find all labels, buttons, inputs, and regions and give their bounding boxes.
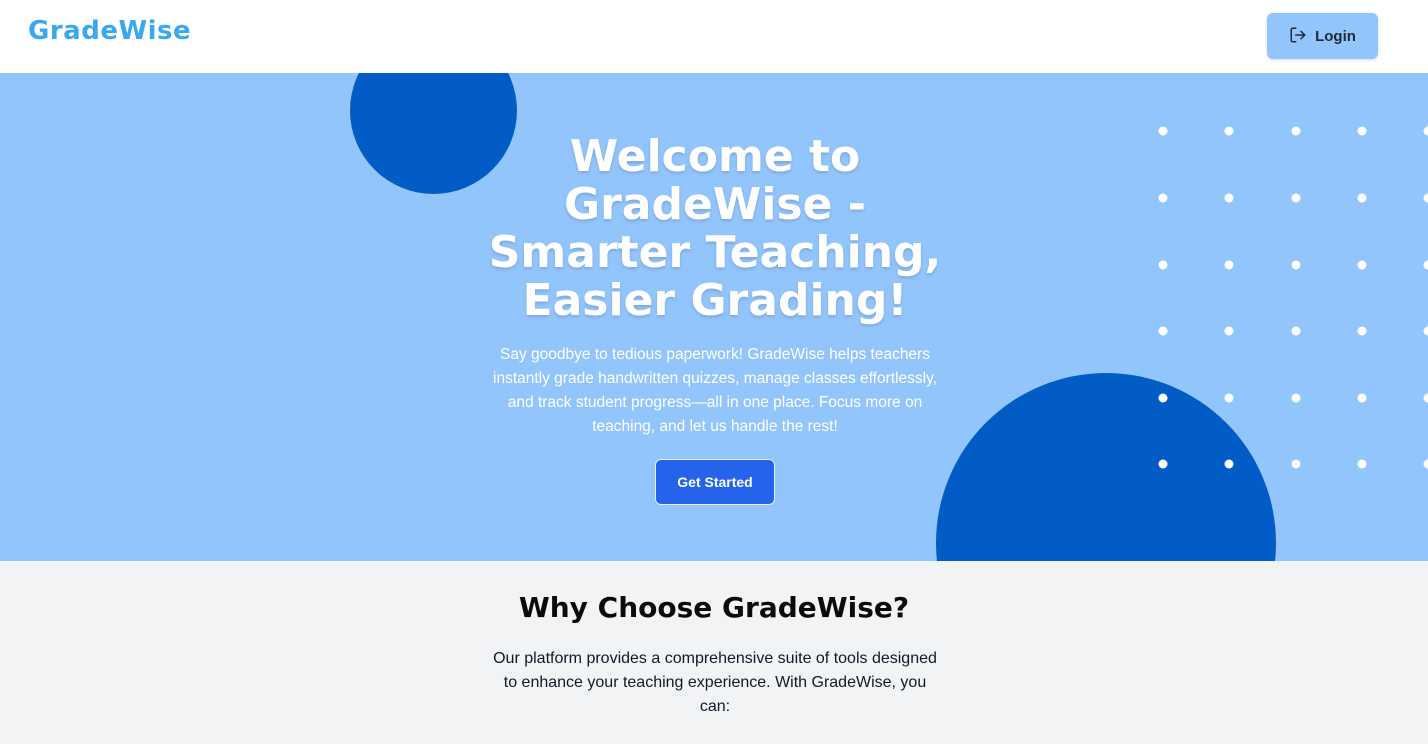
- grid-dot: [1423, 260, 1428, 270]
- grid-dot: [1158, 193, 1168, 203]
- grid-dot: [1158, 126, 1168, 136]
- why-choose-title: Why Choose GradeWise?: [518, 591, 910, 624]
- why-choose-description: Our platform provides a comprehensive su…: [493, 650, 937, 715]
- login-label: Login: [1315, 27, 1356, 45]
- grid-dot: [1224, 326, 1234, 336]
- grid-dot: [1423, 459, 1428, 469]
- grid-dot: [1357, 193, 1367, 203]
- hero-section: Welcome to GradeWise - Smarter Teaching,…: [0, 73, 1428, 561]
- grid-dot: [1357, 260, 1367, 270]
- grid-dot: [1423, 326, 1428, 336]
- brand-logo[interactable]: GradeWise: [28, 16, 191, 46]
- grid-dot: [1423, 193, 1428, 203]
- grid-dot: [1158, 459, 1168, 469]
- grid-dot: [1291, 193, 1301, 203]
- grid-dot: [1224, 393, 1234, 403]
- grid-dot: [1291, 326, 1301, 336]
- top-navbar: GradeWise Login: [0, 0, 1428, 73]
- login-button[interactable]: Login: [1267, 13, 1378, 59]
- grid-dot: [1357, 326, 1367, 336]
- hero-description: Say goodbye to tedious paperwork! GradeW…: [493, 346, 937, 435]
- grid-dot: [1357, 393, 1367, 403]
- grid-dot: [1224, 260, 1234, 270]
- grid-dot: [1224, 459, 1234, 469]
- grid-dot: [1291, 393, 1301, 403]
- grid-dot: [1224, 126, 1234, 136]
- grid-dot: [1423, 126, 1428, 136]
- grid-dot: [1158, 393, 1168, 403]
- grid-dot: [1224, 193, 1234, 203]
- why-choose-section: Why Choose GradeWise? Our platform provi…: [0, 561, 1428, 744]
- grid-dot: [1291, 459, 1301, 469]
- grid-dot: [1357, 126, 1367, 136]
- grid-dot: [1357, 459, 1367, 469]
- grid-dot: [1158, 260, 1168, 270]
- hero-title: Welcome to GradeWise - Smarter Teaching,…: [488, 131, 942, 326]
- grid-dot: [1291, 260, 1301, 270]
- grid-dot: [1158, 326, 1168, 336]
- grid-dot: [1423, 393, 1428, 403]
- grid-dot: [1291, 126, 1301, 136]
- get-started-button[interactable]: Get Started: [655, 459, 775, 505]
- log-in-icon: [1289, 26, 1307, 47]
